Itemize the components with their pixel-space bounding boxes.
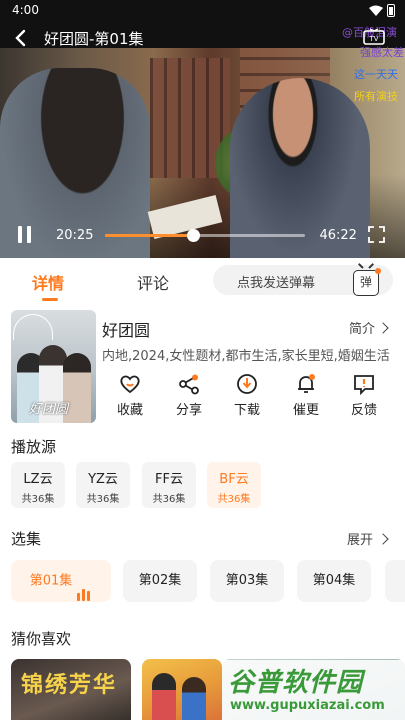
- chevron-right-icon: [377, 533, 389, 545]
- chevron-right-icon: [377, 322, 389, 334]
- player-top-bar: 好团圆-第01集 TV: [0, 22, 405, 54]
- status-bar: 4:00: [0, 0, 405, 22]
- danmaku-input[interactable]: 点我发送弹幕 弹: [213, 265, 393, 296]
- content-tabs: 详情 评论 点我发送弹幕 弹: [0, 258, 405, 302]
- source-count: 共36集: [21, 494, 55, 505]
- action-bar: 收藏 分享 下载 催更 反馈: [100, 373, 400, 425]
- danmaku-item: 这一天天: [354, 68, 398, 81]
- action-label: 收藏: [116, 403, 143, 418]
- expand-episodes-button[interactable]: 展开: [346, 529, 389, 548]
- progress-knob[interactable]: [187, 228, 201, 242]
- show-poster[interactable]: 好团圆: [11, 310, 96, 423]
- tab-details[interactable]: 详情: [32, 270, 64, 301]
- source-count: 共36集: [86, 494, 120, 505]
- remind-update-button[interactable]: 催更: [278, 373, 334, 418]
- battery-icon: [387, 4, 395, 17]
- recommend-poster-title: 锦绣芳华: [21, 673, 118, 698]
- share-icon: [179, 374, 199, 395]
- heart-icon: [120, 375, 140, 394]
- tv-cast-icon[interactable]: TV: [363, 28, 385, 46]
- danmaku-item: 所有演技: [354, 90, 398, 103]
- chevron-left-icon: [15, 29, 26, 47]
- episode-label: 第03集: [225, 573, 269, 588]
- poster-umbrella: [13, 314, 53, 340]
- intro-label: 简介: [348, 322, 375, 337]
- source-name: FF云: [155, 472, 183, 487]
- episode-item[interactable]: 第02集: [123, 560, 197, 602]
- tab-comments[interactable]: 评论: [137, 270, 169, 294]
- episode-section-title: 选集: [11, 530, 42, 548]
- recommend-card[interactable]: [142, 659, 222, 720]
- poster-figure: [182, 677, 206, 720]
- recommend-card[interactable]: 锦绣芳华: [11, 659, 131, 720]
- playing-bars-icon: [77, 559, 92, 601]
- wifi-icon: [369, 5, 383, 16]
- current-time: 20:25: [56, 227, 94, 243]
- share-button[interactable]: 分享: [161, 373, 217, 418]
- status-time: 4:00: [12, 3, 39, 17]
- action-label: 分享: [175, 403, 202, 418]
- pause-icon-bar: [27, 226, 31, 243]
- show-title: 好团圆: [102, 321, 151, 340]
- recommend-section-title: 猜你喜欢: [11, 630, 72, 648]
- fullscreen-icon[interactable]: [368, 226, 385, 243]
- source-option-selected[interactable]: BF云 共36集: [207, 462, 261, 508]
- source-name: LZ云: [23, 472, 53, 487]
- danmaku-icon-label: 弹: [359, 275, 372, 289]
- poster-title: 好团圆: [29, 402, 69, 417]
- poster-figure: [152, 673, 176, 720]
- episode-label: 第02集: [138, 573, 182, 588]
- download-icon: [237, 374, 257, 394]
- episode-item[interactable]: 第04集: [297, 560, 371, 602]
- danmaku-placeholder: 点我发送弹幕: [237, 276, 316, 291]
- show-tags: 内地,2024,女性题材,都市生活,家长里短,婚姻生活: [102, 349, 390, 364]
- source-option[interactable]: YZ云 共36集: [76, 462, 130, 508]
- svg-text:TV: TV: [368, 35, 378, 43]
- episode-label: 第01集: [29, 573, 73, 589]
- player-controls: 20:25 46:22: [0, 220, 405, 250]
- action-label: 催更: [292, 403, 319, 418]
- watermark-title: 谷普软件园: [228, 668, 364, 698]
- action-label: 下载: [233, 403, 260, 418]
- episode-item-selected[interactable]: 第01集: [11, 560, 111, 602]
- bell-icon: [298, 374, 315, 393]
- danmaku-toggle-icon[interactable]: 弹: [353, 268, 381, 296]
- episode-item[interactable]: 第03集: [210, 560, 284, 602]
- feedback-button[interactable]: 反馈: [336, 373, 392, 418]
- pause-button[interactable]: [18, 226, 38, 244]
- feedback-icon: [354, 375, 374, 395]
- total-time: 46:22: [319, 227, 357, 243]
- progress-fill: [105, 233, 194, 237]
- progress-bar[interactable]: [105, 228, 306, 242]
- source-count: 共36集: [217, 494, 251, 505]
- episode-label: 第04集: [312, 573, 356, 588]
- source-section-title: 播放源: [11, 438, 57, 456]
- source-option[interactable]: FF云 共36集: [142, 462, 196, 508]
- pause-icon: [18, 226, 22, 243]
- intro-button[interactable]: 简介: [348, 318, 389, 337]
- action-label: 反馈: [350, 403, 377, 418]
- source-option[interactable]: LZ云 共36集: [11, 462, 65, 508]
- source-count: 共36集: [152, 494, 186, 505]
- source-name: BF云: [219, 472, 249, 487]
- back-button[interactable]: [0, 22, 40, 54]
- episode-item[interactable]: [385, 560, 405, 602]
- episode-title: 好团圆-第01集: [44, 29, 144, 48]
- favorite-button[interactable]: 收藏: [102, 373, 158, 418]
- site-watermark: 谷普软件园 www.gupuxiazai.com: [222, 660, 405, 720]
- expand-label: 展开: [346, 533, 373, 548]
- watermark-url: www.gupuxiazai.com: [230, 698, 385, 713]
- source-name: YZ云: [88, 472, 118, 487]
- danmaku-dot: [375, 268, 381, 274]
- video-player[interactable]: 4:00 好团圆-第01集 TV @百般泪演 强感太差 这一天天 所有演技 20…: [0, 0, 405, 258]
- download-button[interactable]: 下载: [219, 373, 275, 418]
